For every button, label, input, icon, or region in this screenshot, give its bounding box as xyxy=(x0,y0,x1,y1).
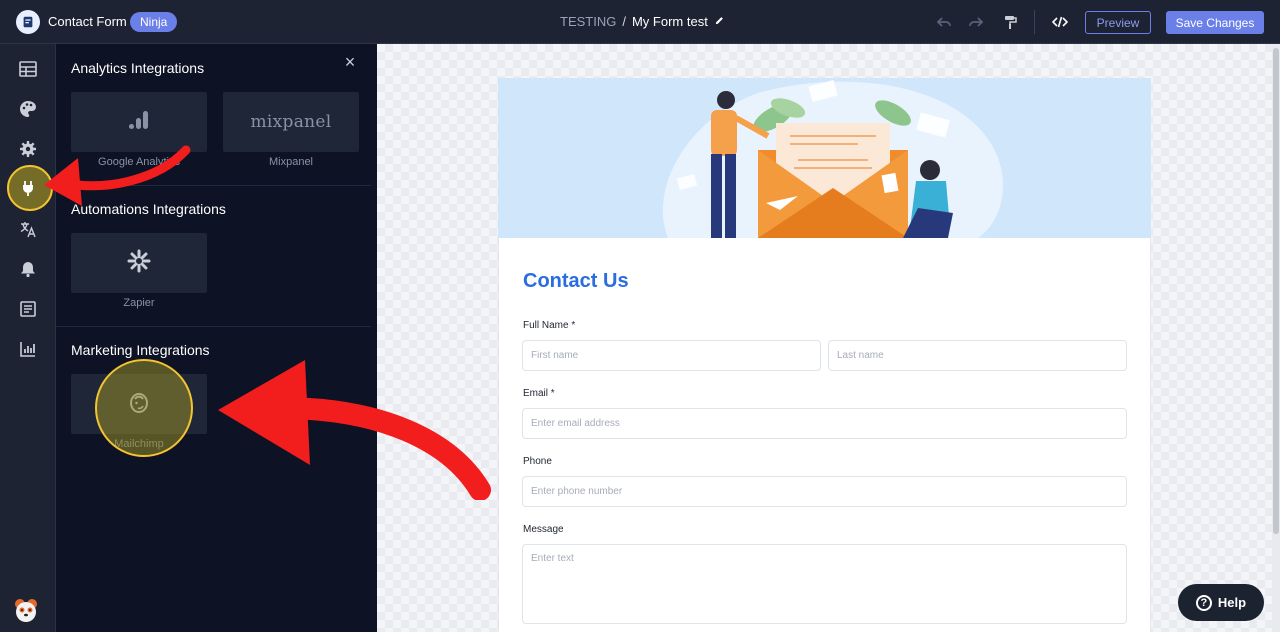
breadcrumb-root[interactable]: TESTING xyxy=(560,14,616,29)
mixpanel-label: Mixpanel xyxy=(268,156,314,168)
first-name-input[interactable] xyxy=(522,340,821,371)
top-bar: Contact Form Ninja TESTING / My Form tes… xyxy=(0,0,1280,44)
preview-button[interactable]: Preview xyxy=(1085,11,1151,34)
email-label: Email * xyxy=(523,388,555,399)
google-analytics-label: Google Analytics xyxy=(98,156,180,168)
phone-label: Phone xyxy=(523,456,552,467)
automations-section-title: Automations Integrations xyxy=(71,201,226,217)
redo-icon[interactable] xyxy=(967,13,985,31)
form-icon[interactable] xyxy=(18,299,38,319)
app-logo-icon[interactable] xyxy=(16,10,40,34)
google-analytics-card[interactable] xyxy=(71,92,207,152)
breadcrumb: TESTING / My Form test xyxy=(560,14,725,29)
mailchimp-highlight-circle xyxy=(95,359,193,457)
form-banner-illustration xyxy=(498,78,1151,238)
edit-pencil-icon[interactable] xyxy=(714,14,725,29)
mixpanel-card[interactable]: mixpanel xyxy=(223,92,359,152)
analytics-section-title: Analytics Integrations xyxy=(71,60,205,76)
plug-icon[interactable] xyxy=(18,178,38,198)
translate-icon[interactable] xyxy=(18,219,38,239)
full-name-label: Full Name * xyxy=(523,320,576,331)
user-avatar[interactable] xyxy=(12,596,40,624)
app-title: Contact Form xyxy=(48,14,127,29)
canvas-scrollbar-thumb[interactable] xyxy=(1273,48,1279,534)
save-changes-button[interactable]: Save Changes xyxy=(1166,11,1264,34)
help-label: Help xyxy=(1217,595,1247,610)
section-divider xyxy=(56,326,371,327)
section-divider xyxy=(56,185,371,186)
message-label: Message xyxy=(523,524,564,535)
google-analytics-icon xyxy=(128,109,150,136)
code-icon[interactable] xyxy=(1051,13,1069,31)
last-name-input[interactable] xyxy=(828,340,1127,371)
toolbar-divider xyxy=(1034,10,1035,34)
message-textarea[interactable] xyxy=(522,544,1127,624)
marketing-section-title: Marketing Integrations xyxy=(71,342,210,358)
help-button[interactable]: ? Help xyxy=(1178,584,1264,621)
breadcrumb-separator: / xyxy=(622,14,626,29)
undo-icon[interactable] xyxy=(935,13,953,31)
table-icon[interactable] xyxy=(18,59,38,79)
chart-icon[interactable] xyxy=(18,339,38,359)
paint-roller-icon[interactable] xyxy=(1001,13,1019,31)
email-input[interactable] xyxy=(522,408,1127,439)
zapier-icon xyxy=(127,249,151,278)
mixpanel-logo: mixpanel xyxy=(250,112,332,132)
zapier-card[interactable] xyxy=(71,233,207,293)
phone-input[interactable] xyxy=(522,476,1127,507)
palette-icon[interactable] xyxy=(18,99,38,119)
gear-icon[interactable] xyxy=(18,139,38,159)
zapier-label: Zapier xyxy=(123,297,155,309)
integrations-panel: × Analytics Integrations Google Analytic… xyxy=(56,44,377,632)
close-icon[interactable]: × xyxy=(342,53,358,71)
help-question-icon: ? xyxy=(1195,594,1212,611)
form-heading: Contact Us xyxy=(523,270,629,292)
form-name: My Form test xyxy=(631,14,708,29)
bell-icon[interactable] xyxy=(18,259,38,279)
app-badge: Ninja xyxy=(130,12,178,32)
icon-rail xyxy=(0,44,56,632)
